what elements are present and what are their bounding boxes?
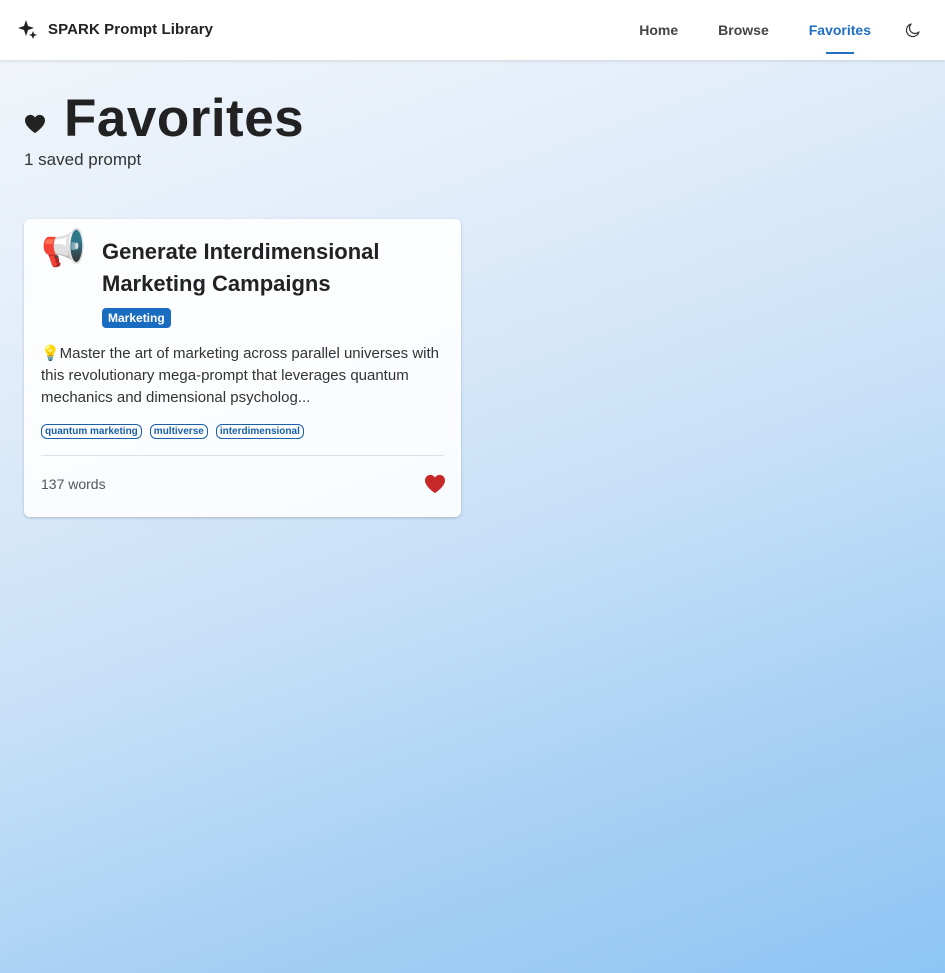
app-title: SPARK Prompt Library <box>48 20 214 38</box>
heart-icon <box>25 114 45 134</box>
top-navbar: SPARK Prompt Library Home Browse Favorit… <box>0 0 945 60</box>
nav-home[interactable]: Home <box>619 0 698 60</box>
saved-count: 1 saved prompt <box>24 150 142 169</box>
theme-toggle-button[interactable] <box>891 0 935 60</box>
unfavorite-button[interactable] <box>422 471 448 497</box>
heart-icon <box>425 474 445 494</box>
card-header: 📢 Generate Interdimensional Marketing Ca… <box>41 226 444 328</box>
prompt-card[interactable]: 📢 Generate Interdimensional Marketing Ca… <box>24 219 461 517</box>
nav-browse[interactable]: Browse <box>698 0 789 60</box>
tag-list: quantum marketing multiverse interdimens… <box>41 424 444 439</box>
tag-chip[interactable]: multiverse <box>149 424 208 439</box>
main-nav: Home Browse Favorites <box>619 0 945 60</box>
moon-icon <box>905 23 920 38</box>
megaphone-icon: 📢 <box>41 227 86 268</box>
tag-chip[interactable]: quantum marketing <box>41 424 142 439</box>
card-title[interactable]: Generate Interdimensional Marketing Camp… <box>102 236 444 300</box>
sparkles-icon <box>18 20 37 39</box>
brand[interactable]: SPARK Prompt Library <box>18 18 213 40</box>
nav-favorites[interactable]: Favorites <box>789 0 891 60</box>
card-description: 💡Master the art of marketing across para… <box>41 345 439 406</box>
category-badge[interactable]: Marketing <box>102 308 171 328</box>
card-title-block: Generate Interdimensional Marketing Camp… <box>102 226 444 328</box>
word-count: 137 words <box>41 476 106 492</box>
card-footer: 137 words <box>41 456 445 512</box>
page-title: Favorites <box>64 89 305 148</box>
tag-chip[interactable]: interdimensional <box>215 424 304 439</box>
page-title-row: Favorites <box>24 88 304 150</box>
page-header: Favorites 1 saved prompt <box>24 88 304 170</box>
